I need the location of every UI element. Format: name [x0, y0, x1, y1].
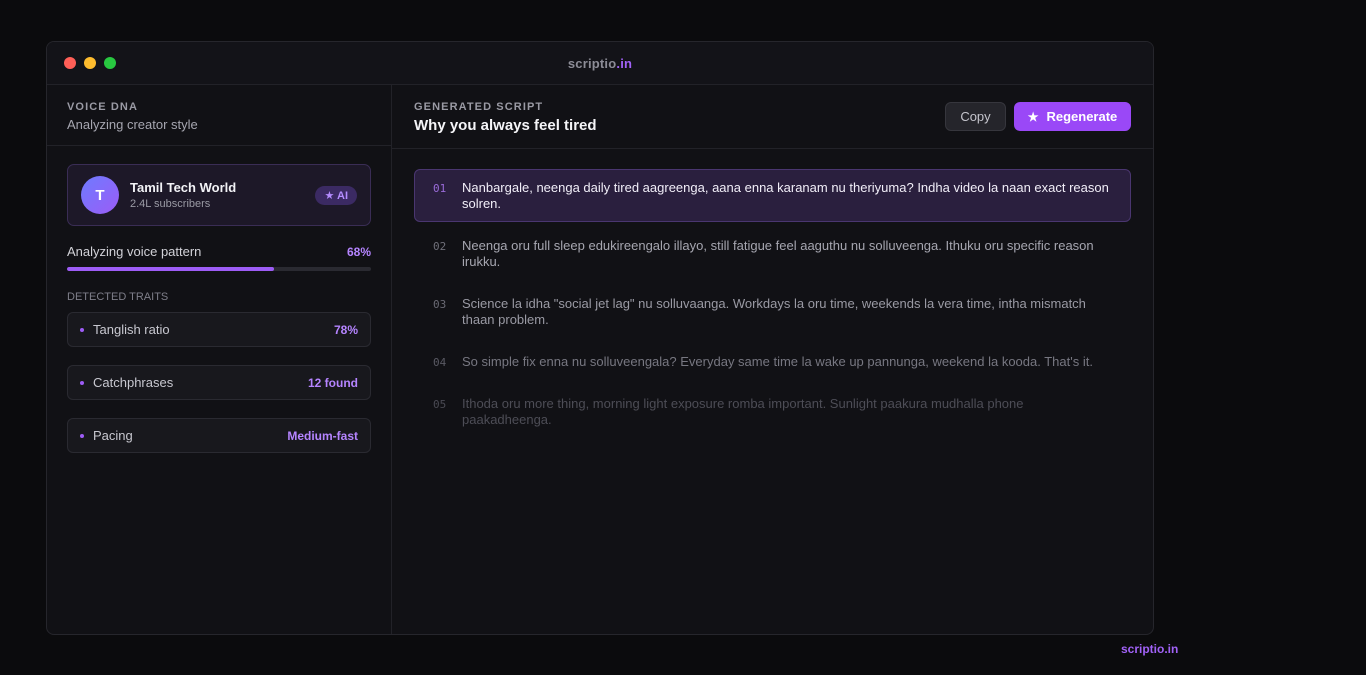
generated-script-panel: GENERATED SCRIPT Why you always feel tir…	[392, 85, 1153, 634]
script-line[interactable]: 01 Nanbargale, neenga daily tired aagree…	[414, 169, 1131, 222]
trait-value: 12 found	[308, 375, 358, 390]
title-bar: scriptio .in	[47, 42, 1153, 85]
line-number: 02	[433, 240, 447, 253]
ai-badge: ★ AI	[315, 186, 357, 205]
subscriber-count: 2.4L subscribers	[130, 198, 211, 210]
footer-brand-main: scriptio	[1121, 642, 1165, 656]
copy-button[interactable]: Copy	[945, 102, 1006, 131]
creator-name: Tamil Tech World	[130, 180, 237, 195]
trait-row-pacing[interactable]: Pacing Medium-fast	[67, 418, 371, 453]
avatar: T	[81, 176, 119, 214]
progress-bar-fill	[67, 267, 274, 271]
bullet-dot-icon	[80, 433, 84, 438]
bullet-dot-icon	[80, 327, 84, 332]
traits-heading: DETECTED TRAITS	[67, 291, 169, 303]
line-text: Nanbargale, neenga daily tired aagreenga…	[462, 180, 1109, 211]
panel-eyebrow: VOICE DNA	[67, 101, 139, 113]
script-line[interactable]: 05 Ithoda oru more thing, morning light …	[414, 385, 1131, 438]
window-title-main: scriptio	[567, 55, 617, 71]
creator-profile-card[interactable]: T Tamil Tech World 2.4L subscribers ★ AI	[67, 164, 371, 226]
trait-value: Medium-fast	[287, 428, 358, 443]
bullet-dot-icon	[80, 380, 84, 385]
line-text: So simple fix enna nu solluveengala? Eve…	[462, 354, 1093, 369]
window-title: scriptio .in	[47, 42, 1153, 84]
trait-label: Pacing	[93, 428, 133, 443]
line-number: 01	[433, 182, 447, 195]
script-line[interactable]: 02 Neenga oru full sleep edukireengalo i…	[414, 227, 1131, 280]
progress-percent: 68%	[346, 244, 371, 259]
regenerate-button[interactable]: ★ Regenerate	[1014, 102, 1131, 131]
line-text: Ithoda oru more thing, morning light exp…	[462, 396, 1024, 427]
line-number: 04	[433, 356, 447, 369]
trait-label: Catchphrases	[93, 375, 174, 390]
script-line[interactable]: 04 So simple fix enna nu solluveengala? …	[414, 343, 1131, 380]
app-window: scriptio .in VOICE DNA Analyzing creator …	[46, 41, 1154, 635]
footer-brand-accent: .in	[1164, 642, 1179, 656]
trait-row-catchphrases[interactable]: Catchphrases 12 found	[67, 365, 371, 400]
trait-row-tanglish[interactable]: Tanglish ratio 78%	[67, 312, 371, 347]
line-number: 03	[433, 298, 447, 311]
script-lines: 01 Nanbargale, neenga daily tired aagree…	[392, 149, 1153, 438]
sparkle-icon: ★	[1027, 109, 1039, 124]
window-title-accent: .in	[616, 55, 633, 71]
panel-subtitle: Analyzing creator style	[67, 117, 198, 132]
script-actions: Copy ★ Regenerate	[945, 102, 1131, 131]
voice-dna-panel: VOICE DNA Analyzing creator style T Tami…	[47, 85, 392, 634]
progress-label: Analyzing voice pattern	[67, 244, 202, 259]
line-number: 05	[433, 398, 447, 411]
progress-row: Analyzing voice pattern 68%	[67, 244, 371, 259]
trait-label: Tanglish ratio	[93, 322, 170, 337]
line-text: Neenga oru full sleep edukireengalo illa…	[462, 238, 1094, 269]
progress-bar	[67, 267, 371, 271]
trait-value: 78%	[333, 322, 358, 337]
footer-brand[interactable]: scriptio.in	[1121, 642, 1178, 656]
script-line[interactable]: 03 Science la idha "social jet lag" nu s…	[414, 285, 1131, 338]
line-text: Science la idha "social jet lag" nu soll…	[462, 296, 1086, 327]
regenerate-label: Regenerate	[1046, 109, 1118, 124]
